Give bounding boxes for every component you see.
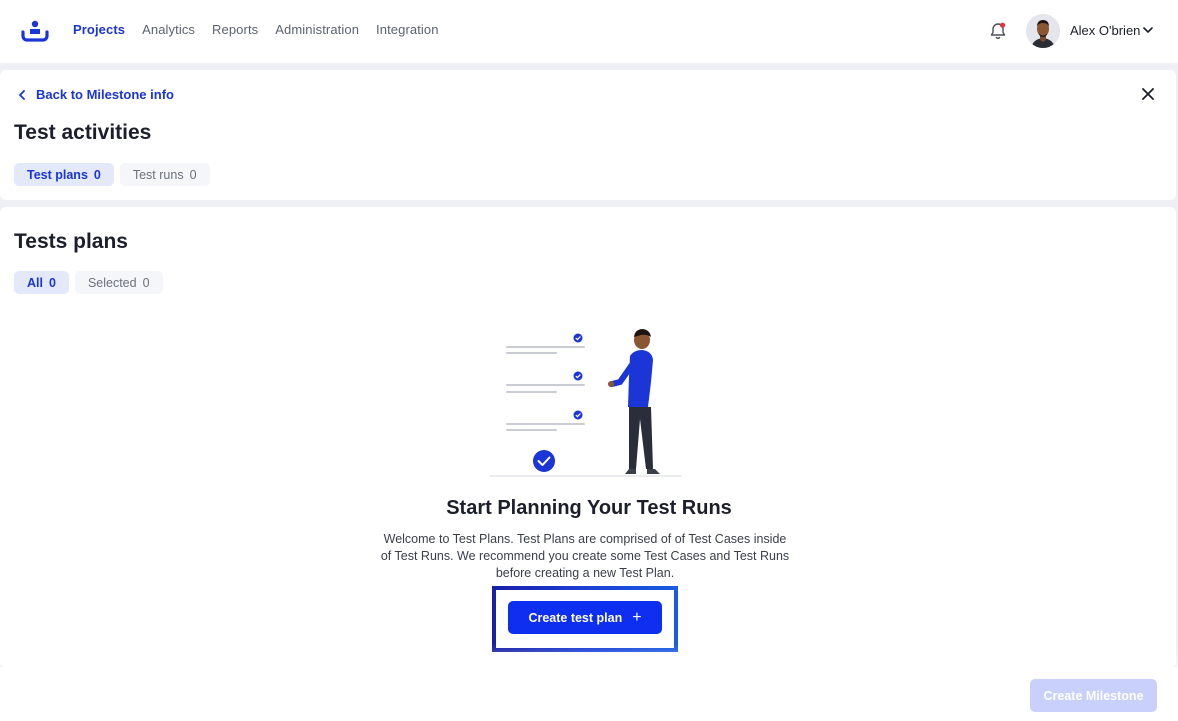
top-bar: Projects Analytics Reports Administratio… bbox=[0, 0, 1178, 63]
footer-bar bbox=[0, 667, 1178, 721]
page-title: Test activities bbox=[14, 121, 152, 144]
create-test-plan-label: Create test plan bbox=[528, 610, 623, 625]
nav-item-analytics[interactable]: Analytics bbox=[142, 22, 195, 37]
chevron-down-icon[interactable] bbox=[1142, 24, 1154, 36]
chevron-left-icon bbox=[19, 89, 25, 100]
back-to-milestone-link[interactable]: Back to Milestone info bbox=[16, 87, 174, 102]
activity-tabs: Test plans 0 Test runs 0 bbox=[14, 163, 210, 186]
app-logo-icon[interactable] bbox=[21, 19, 49, 43]
empty-state-description: Welcome to Test Plans. Test Plans are co… bbox=[380, 532, 790, 580]
filter-count: 0 bbox=[48, 275, 56, 290]
notification-dot-icon bbox=[1000, 22, 1006, 28]
tab-label: Test plans bbox=[27, 167, 88, 182]
plan-filters: All 0 Selected 0 bbox=[14, 271, 163, 294]
back-link-label: Back to Milestone info bbox=[36, 87, 174, 102]
avatar-photo-icon bbox=[1026, 14, 1060, 48]
avatar[interactable] bbox=[1026, 14, 1060, 48]
notification-bell-icon[interactable] bbox=[988, 21, 1008, 41]
user-name[interactable]: Alex O'brien bbox=[1070, 23, 1140, 38]
nav-item-administration[interactable]: Administration bbox=[275, 22, 359, 37]
nav-item-reports[interactable]: Reports bbox=[212, 22, 258, 37]
close-icon[interactable] bbox=[1140, 86, 1156, 102]
tab-test-runs[interactable]: Test runs 0 bbox=[119, 163, 210, 186]
nav-item-projects[interactable]: Projects bbox=[73, 22, 125, 37]
create-test-plan-button[interactable]: Create test plan + bbox=[508, 601, 662, 634]
filter-selected[interactable]: Selected 0 bbox=[74, 271, 163, 294]
filter-label: Selected bbox=[87, 275, 137, 290]
tab-test-plans[interactable]: Test plans 0 bbox=[14, 163, 114, 186]
main-nav: Projects Analytics Reports Administratio… bbox=[73, 22, 439, 37]
filter-all[interactable]: All 0 bbox=[14, 271, 69, 294]
tab-label: Test runs bbox=[132, 167, 184, 182]
plus-icon: + bbox=[632, 608, 642, 626]
create-milestone-button[interactable]: Create Milestone bbox=[1030, 679, 1157, 712]
empty-state-illustration bbox=[490, 329, 682, 477]
empty-state-title: Start Planning Your Test Runs bbox=[446, 497, 732, 519]
filter-label: All bbox=[27, 275, 43, 290]
tab-count: 0 bbox=[189, 167, 197, 182]
filter-count: 0 bbox=[142, 275, 150, 290]
nav-item-integration[interactable]: Integration bbox=[376, 22, 439, 37]
tab-count: 0 bbox=[93, 167, 101, 182]
section-title: Tests plans bbox=[14, 230, 128, 253]
